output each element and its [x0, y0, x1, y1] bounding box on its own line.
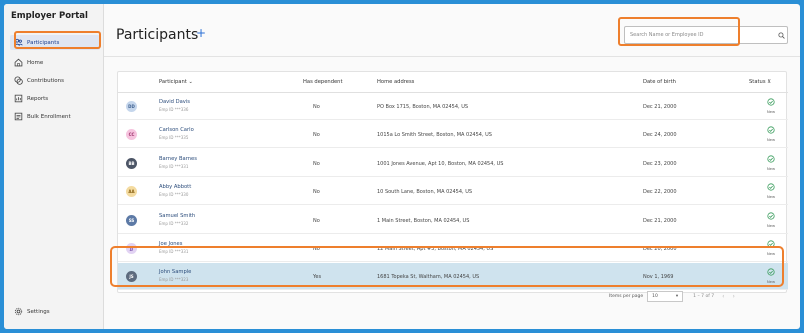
table-header: Participant ⌄ Has dependent Home address… — [118, 72, 788, 93]
home-icon — [13, 58, 23, 68]
chevron-down-icon: ▾ — [675, 293, 679, 299]
employee-id: Emp ID ***330 — [159, 192, 189, 198]
check-circle-icon — [767, 126, 775, 134]
sidebar-item-home[interactable]: Home — [10, 55, 100, 70]
home-address: 1 Main Street, Boston, MA 02454, US — [377, 217, 470, 224]
items-per-page-select[interactable]: 10 ▾ — [647, 290, 684, 302]
table-row[interactable]: DD David Davis Emp ID ***336 No PO Box 1… — [118, 93, 788, 120]
sidebar-item-label: Reports — [27, 95, 49, 102]
page-title: Participants — [116, 27, 199, 43]
add-participant-button[interactable]: + — [196, 26, 206, 40]
home-address: 10 South Lane, Boston, MA 02454, US — [377, 189, 473, 196]
sidebar-item-label: Home — [27, 59, 44, 66]
status-text: New — [766, 109, 776, 114]
participants-highlight — [14, 31, 101, 49]
status-text: New — [766, 165, 776, 171]
status-badge: New — [764, 155, 778, 171]
employee-id: Emp ID ***336 — [159, 107, 189, 112]
sidebar: Employer Portal Participants Home Contri… — [4, 4, 104, 329]
report-icon — [13, 94, 23, 104]
check-circle-icon — [767, 98, 775, 106]
date-of-birth: Dec 21, 2000 — [643, 217, 677, 224]
avatar: SS — [126, 214, 137, 226]
has-dependent: No — [313, 132, 320, 139]
home-address: PO Box 1715, Boston, MA 02454, US — [377, 104, 469, 110]
sidebar-item-label: Bulk Enrollment — [27, 113, 71, 120]
sidebar-item-label: Settings — [27, 308, 50, 315]
check-circle-icon — [767, 211, 775, 220]
participant-name[interactable]: David Davis — [159, 99, 190, 105]
prev-page-icon[interactable]: ‹ — [722, 293, 724, 300]
date-of-birth: Dec 24, 2000 — [643, 132, 677, 139]
column-header-address[interactable]: Home address — [377, 79, 414, 85]
status-badge: New — [764, 211, 778, 228]
header-divider — [104, 56, 800, 57]
gear-icon — [13, 307, 23, 317]
selected-row-highlight — [110, 246, 784, 287]
table-row[interactable]: AA Abby Abbott Emp ID ***330 No 10 South… — [118, 178, 788, 206]
home-address: 1015a Lo Smith Street, Boston, MA 02454,… — [377, 132, 492, 139]
table-row[interactable]: CC Carlson Carlo Emp ID ***335 No 1015a … — [118, 121, 788, 149]
brand-title: Employer Portal — [11, 11, 88, 21]
filter-icon[interactable]: ⊻ — [767, 79, 771, 85]
participant-name[interactable]: Carlson Carlo — [159, 127, 194, 133]
date-of-birth: Dec 21, 2000 — [643, 104, 677, 110]
coins-icon — [13, 76, 23, 86]
pagination: Items per page 10 ▾ 1 – 7 of 7 ‹ › — [609, 289, 735, 303]
items-per-page-label: Items per page — [609, 293, 644, 299]
date-of-birth: Dec 23, 2000 — [643, 160, 677, 167]
status-text: New — [766, 222, 776, 228]
home-address: 1001 Jones Avenue, Apt 10, Boston, MA 02… — [377, 160, 504, 167]
has-dependent: No — [313, 189, 320, 196]
search-icon[interactable] — [775, 31, 787, 39]
sidebar-item-contributions[interactable]: Contributions — [10, 73, 100, 88]
chevron-down-icon: ⌄ — [188, 79, 193, 85]
date-of-birth: Dec 22, 2000 — [643, 189, 677, 196]
avatar: BB — [126, 157, 137, 169]
column-header-dob[interactable]: Date of birth — [643, 79, 676, 85]
participant-name[interactable]: Abby Abbott — [159, 184, 191, 190]
status-text: New — [766, 194, 776, 200]
avatar: DD — [126, 101, 137, 112]
status-text: New — [766, 137, 776, 143]
sidebar-item-settings[interactable]: Settings — [10, 304, 100, 319]
sidebar-item-reports[interactable]: Reports — [10, 91, 100, 106]
status-badge: New — [764, 183, 778, 199]
table-row[interactable]: SS Samuel Smith Emp ID ***332 No 1 Main … — [118, 207, 788, 234]
check-circle-icon — [767, 183, 775, 191]
check-circle-icon — [767, 155, 775, 163]
employee-id: Emp ID ***335 — [159, 135, 189, 141]
sidebar-item-label: Contributions — [27, 77, 65, 84]
search-highlight — [618, 17, 740, 46]
participant-name[interactable]: Samuel Smith — [159, 213, 195, 219]
bulk-icon — [13, 112, 23, 122]
employee-id: Emp ID ***332 — [159, 220, 189, 226]
has-dependent: No — [313, 160, 320, 167]
employee-id: Emp ID ***331 — [159, 163, 189, 169]
has-dependent: No — [313, 104, 320, 110]
has-dependent: No — [313, 217, 320, 224]
column-header-participant[interactable]: Participant ⌄ — [159, 79, 193, 85]
pagination-range: 1 – 7 of 7 — [693, 293, 715, 299]
avatar: AA — [126, 186, 137, 198]
status-badge: New — [764, 98, 778, 114]
column-header-status[interactable]: Status ⊻ — [749, 79, 771, 85]
participant-name[interactable]: Barney Barnes — [159, 156, 197, 162]
next-page-icon[interactable]: › — [732, 293, 734, 300]
avatar: CC — [126, 129, 137, 141]
column-header-dependent[interactable]: Has dependent — [303, 79, 343, 85]
sidebar-item-bulk-enrollment[interactable]: Bulk Enrollment — [10, 109, 100, 124]
table-row[interactable]: BB Barney Barnes Emp ID ***331 No 1001 J… — [118, 150, 788, 177]
status-badge: New — [764, 126, 778, 142]
